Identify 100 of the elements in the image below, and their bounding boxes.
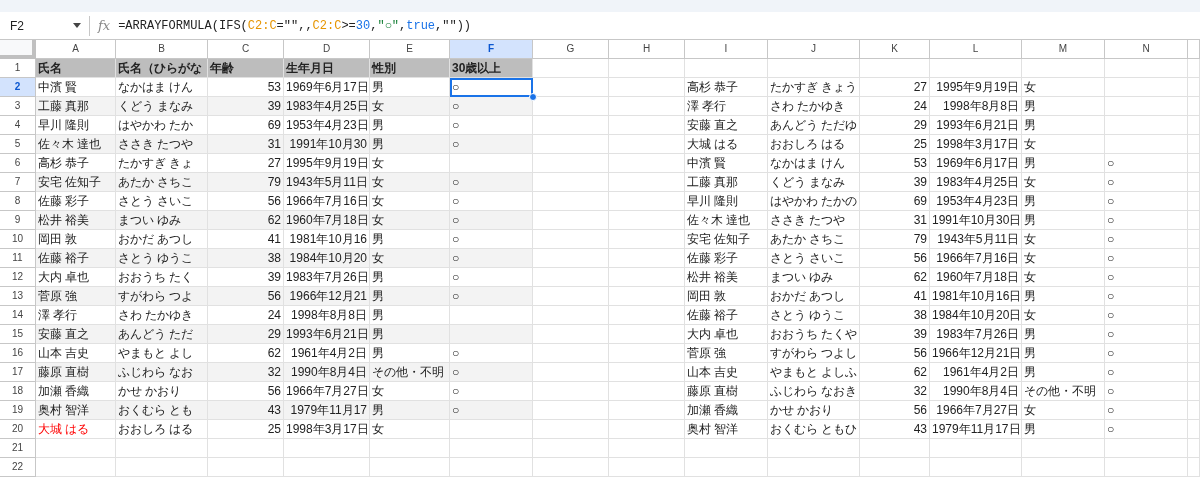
kana-cell: おくむら ともひ xyxy=(768,420,860,439)
age-cell: 62 xyxy=(860,363,930,382)
age-cell: 56 xyxy=(860,401,930,420)
kana-cell: おおしろ はる xyxy=(116,420,208,439)
formula-input[interactable]: =ARRAYFORMULA(IFS(C2:C="",,C2:C>=30,"○",true,"")) xyxy=(118,16,472,35)
column-header[interactable]: J xyxy=(768,40,860,59)
name-cell: 佐藤 裕子 xyxy=(685,306,768,325)
column-header[interactable]: A xyxy=(36,40,116,59)
row-header[interactable]: 10 xyxy=(0,230,36,249)
kana-cell: くどう まなみ xyxy=(116,97,208,116)
age-cell: 39 xyxy=(208,97,284,116)
empty-cell xyxy=(1188,97,1200,116)
age-cell: 43 xyxy=(208,401,284,420)
gender-cell: 女 xyxy=(1022,78,1105,97)
kana-cell: すがわら つよし xyxy=(768,344,860,363)
kana-cell: ふじわら なお xyxy=(116,363,208,382)
over-30-cell: ○ xyxy=(1105,325,1188,344)
column-header[interactable]: F xyxy=(450,40,533,59)
caret-icon xyxy=(73,23,81,28)
empty-cell xyxy=(1188,192,1200,211)
column-header[interactable]: N xyxy=(1105,40,1188,59)
kana-cell: ささき たつや xyxy=(768,211,860,230)
age-cell: 56 xyxy=(208,287,284,306)
column-header[interactable]: H xyxy=(609,40,685,59)
name-cell: 工藤 真那 xyxy=(36,97,116,116)
gender-cell: 男 xyxy=(1022,363,1105,382)
name-cell: 中濱 賢 xyxy=(685,154,768,173)
over-30-cell: ○ xyxy=(450,401,533,420)
over-30-cell: ○ xyxy=(1105,382,1188,401)
empty-cell xyxy=(1188,439,1200,458)
name-box[interactable]: F2 xyxy=(0,15,90,36)
row-header[interactable]: 18 xyxy=(0,382,36,401)
gender-cell: 女 xyxy=(370,249,450,268)
name-cell: 佐藤 裕子 xyxy=(36,249,116,268)
row-header[interactable]: 6 xyxy=(0,154,36,173)
over-30-cell: ○ xyxy=(1105,173,1188,192)
column-header[interactable]: K xyxy=(860,40,930,59)
birthdate-cell: 1943年5月11日 xyxy=(284,173,370,192)
name-cell: 大城 はる xyxy=(36,420,116,439)
kana-cell: おおうち たくや xyxy=(768,325,860,344)
age-cell: 62 xyxy=(208,211,284,230)
kana-cell: あたか さちこ xyxy=(768,230,860,249)
column-header[interactable]: D xyxy=(284,40,370,59)
empty-cell xyxy=(1188,116,1200,135)
gender-cell: その他・不明 xyxy=(370,363,450,382)
row-header[interactable]: 4 xyxy=(0,116,36,135)
over-30-cell: ○ xyxy=(450,249,533,268)
row-header[interactable]: 16 xyxy=(0,344,36,363)
age-cell: 38 xyxy=(208,249,284,268)
age-cell: 79 xyxy=(208,173,284,192)
age-cell: 39 xyxy=(860,325,930,344)
birthdate-cell: 1943年5月11日 xyxy=(930,230,1022,249)
row-header[interactable]: 14 xyxy=(0,306,36,325)
row-header[interactable]: 12 xyxy=(0,268,36,287)
empty-cell xyxy=(860,458,930,477)
age-cell: 56 xyxy=(860,344,930,363)
gender-cell: 女 xyxy=(1022,135,1105,154)
birthdate-cell: 1993年6月21日 xyxy=(284,325,370,344)
over-30-cell: ○ xyxy=(1105,154,1188,173)
name-cell: 佐々木 達也 xyxy=(685,211,768,230)
kana-cell: たかすぎ きょう xyxy=(768,78,860,97)
name-cell: 大内 卓也 xyxy=(685,325,768,344)
name-cell: 松井 裕美 xyxy=(685,268,768,287)
column-header[interactable]: G xyxy=(533,40,609,59)
column-header[interactable]: E xyxy=(370,40,450,59)
age-cell: 25 xyxy=(860,135,930,154)
column-header[interactable]: C xyxy=(208,40,284,59)
gender-cell: 男 xyxy=(1022,192,1105,211)
birthdate-cell: 1983年4月25日 xyxy=(930,173,1022,192)
empty-cell xyxy=(1188,306,1200,325)
kana-cell: さわ たかゆき xyxy=(768,97,860,116)
age-cell: 24 xyxy=(860,97,930,116)
over-30-cell: ○ xyxy=(1105,363,1188,382)
kana-cell: さとう ゆうこ xyxy=(768,306,860,325)
birthdate-cell: 1995年9月19日 xyxy=(930,78,1022,97)
row-header[interactable]: 8 xyxy=(0,192,36,211)
birthdate-cell: 1966年12月21日 xyxy=(930,344,1022,363)
function-icon: fx xyxy=(98,15,111,36)
age-cell: 32 xyxy=(208,363,284,382)
empty-cell xyxy=(1188,382,1200,401)
column-header[interactable]: I xyxy=(685,40,768,59)
row-header[interactable]: 22 xyxy=(0,458,36,477)
gender-cell: 女 xyxy=(1022,249,1105,268)
name-cell: 山本 吉史 xyxy=(685,363,768,382)
age-cell: 39 xyxy=(860,173,930,192)
birthdate-cell: 1984年10月20 xyxy=(284,249,370,268)
kana-cell: すがわら つよ xyxy=(116,287,208,306)
column-header[interactable]: M xyxy=(1022,40,1105,59)
row-header[interactable]: 21 xyxy=(0,439,36,458)
kana-cell: ふじわら なおき xyxy=(768,382,860,401)
column-header[interactable]: B xyxy=(116,40,208,59)
kana-cell: あたか さちこ xyxy=(116,173,208,192)
gender-cell: 男 xyxy=(1022,116,1105,135)
kana-cell: あんどう ただゆ xyxy=(768,116,860,135)
kana-cell: やまもと よしふ xyxy=(768,363,860,382)
birthdate-cell: 1953年4月23日 xyxy=(930,192,1022,211)
row-header[interactable]: 2 xyxy=(0,78,36,97)
column-header[interactable]: L xyxy=(930,40,1022,59)
row-header[interactable]: 20 xyxy=(0,420,36,439)
name-cell: 藤原 直樹 xyxy=(685,382,768,401)
